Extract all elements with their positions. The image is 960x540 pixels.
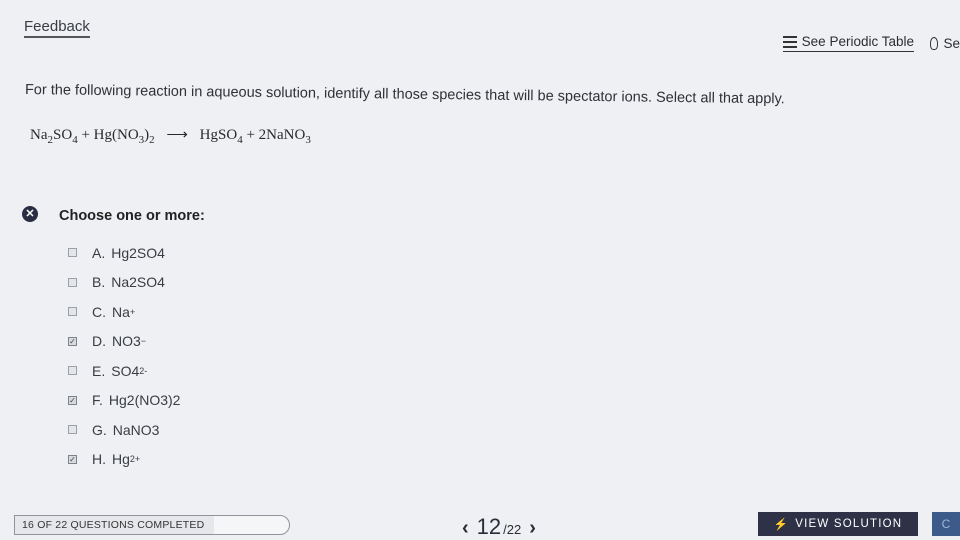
lightning-icon: ⚡ — [773, 519, 790, 531]
option-text: NO3 — [112, 333, 141, 350]
option-checkbox[interactable] — [68, 277, 77, 287]
top-right-links: See Periodic Table Se — [782, 34, 960, 52]
option-text: Na — [112, 303, 130, 320]
option-letter: E. — [92, 362, 106, 379]
option-text: Hg2(NO3)2 — [108, 392, 181, 409]
option-letter: D. — [92, 333, 106, 350]
option-letter: A. — [92, 244, 106, 261]
total-questions: /22 — [503, 522, 522, 537]
feedback-tab[interactable]: Feedback — [24, 18, 90, 38]
answer-option[interactable]: ✓ F. Hg2(NO3)2 — [68, 386, 180, 416]
hint-label: Se — [943, 35, 960, 51]
option-text: SO4 — [111, 362, 140, 379]
option-checkbox[interactable]: ✓ — [68, 336, 77, 346]
answer-option[interactable]: C. Na + — [68, 297, 180, 327]
option-checkbox[interactable] — [68, 307, 77, 317]
extra-button[interactable]: C — [932, 512, 960, 536]
progress-bar: 16 OF 22 QUESTIONS COMPLETED — [14, 515, 290, 535]
option-charge: + — [129, 306, 136, 317]
reaction-equation: Na2SO4 + Hg(NO3)2 ⟶ HgSO4 + 2NaNO3 — [30, 127, 311, 146]
answer-option[interactable]: G. NaNO3 — [68, 415, 180, 445]
next-question-button[interactable]: › — [529, 517, 536, 540]
option-letter: G. — [92, 421, 107, 438]
answer-option[interactable]: E. SO4 2- — [68, 356, 180, 386]
option-checkbox[interactable]: ✓ — [68, 454, 77, 464]
incorrect-status-icon: ✕ — [22, 206, 38, 222]
view-solution-label: VIEW SOLUTION — [795, 518, 903, 530]
reaction-arrow: ⟶ — [166, 127, 188, 143]
choose-label: Choose one or more: — [59, 208, 205, 224]
option-checkbox[interactable] — [68, 425, 77, 435]
option-checkbox[interactable] — [68, 366, 77, 376]
question-pager: ‹ 12/22 › — [462, 514, 536, 540]
option-text: Hg — [112, 451, 130, 468]
option-checkbox[interactable] — [68, 248, 77, 258]
option-letter: C. — [92, 303, 106, 320]
hint-link[interactable]: Se — [930, 36, 960, 51]
answer-option[interactable]: A. Hg2SO4 — [68, 238, 180, 268]
see-periodic-table-link[interactable]: See Periodic Table — [782, 34, 914, 52]
answer-options: A. Hg2SO4 B. Na2SO4 C. Na + ✓ D. NO3− E. SO4 2- ✓ F. Hg… — [68, 238, 180, 474]
option-text: Na2SO4 — [111, 274, 165, 291]
answer-option[interactable]: B. Na2SO4 — [68, 268, 180, 298]
option-text: Hg2SO4 — [111, 244, 165, 261]
current-question-number: 12 — [476, 514, 502, 539]
periodic-table-icon — [782, 35, 797, 48]
previous-question-button[interactable]: ‹ — [462, 517, 469, 540]
option-letter: F. — [92, 392, 103, 409]
view-solution-button[interactable]: ⚡ VIEW SOLUTION — [758, 512, 918, 536]
option-text: NaNO3 — [112, 421, 160, 438]
lightbulb-icon — [930, 36, 939, 50]
progress-text: 16 OF 22 QUESTIONS COMPLETED — [22, 519, 205, 531]
answer-option[interactable]: ✓ D. NO3− — [68, 327, 180, 357]
question-prompt: For the following reaction in aqueous so… — [24, 82, 785, 108]
option-charge: 2+ — [129, 454, 141, 465]
option-letter: B. — [92, 274, 106, 291]
option-charge: − — [140, 336, 147, 347]
option-charge: 2- — [139, 365, 148, 376]
option-letter: H. — [92, 451, 106, 468]
periodic-table-label: See Periodic Table — [801, 34, 914, 49]
answer-option[interactable]: ✓ H. Hg 2+ — [68, 445, 180, 475]
option-checkbox[interactable]: ✓ — [68, 395, 77, 405]
bottom-bar: 16 OF 22 QUESTIONS COMPLETED ‹ 12/22 › ⚡… — [0, 512, 960, 540]
